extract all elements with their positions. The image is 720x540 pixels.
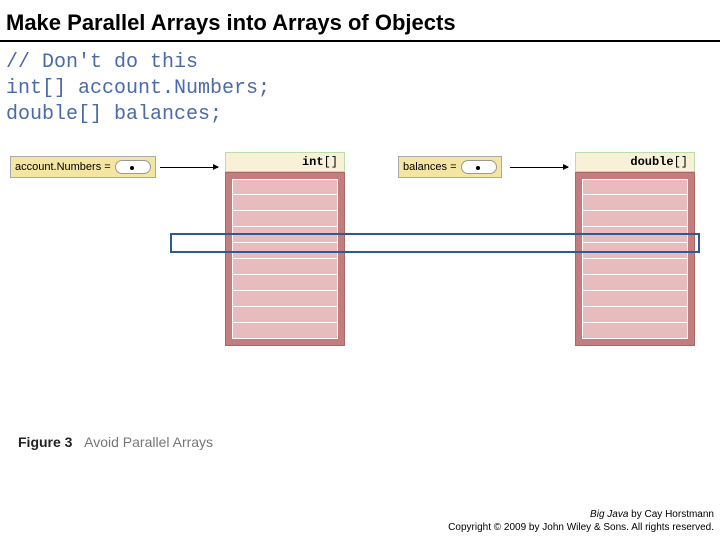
var-box-balances: balances = [398, 156, 502, 178]
array-cell [232, 275, 338, 291]
footer: Big Java by Cay Horstmann Copyright © 20… [448, 508, 714, 534]
pointer-dot-icon [115, 160, 151, 174]
figure-caption: Figure 3 Avoid Parallel Arrays [18, 434, 213, 450]
array-cell [582, 179, 688, 195]
figure-text: Avoid Parallel Arrays [84, 434, 213, 450]
footer-line-2: Copyright © 2009 by John Wiley & Sons. A… [448, 521, 714, 534]
array-body-int [225, 172, 345, 346]
code-line-1: // Don't do this [6, 50, 714, 76]
array-cell [232, 259, 338, 275]
pointer-dot-icon [461, 160, 497, 174]
array-body-double [575, 172, 695, 346]
array-type-double: double[] [575, 152, 695, 172]
array-cell [232, 211, 338, 227]
highlight-row-icon [170, 233, 700, 253]
code-block: // Don't do this int[] account.Numbers; … [0, 42, 720, 138]
var-box-account-numbers: account.Numbers = [10, 156, 156, 178]
arrow-icon [160, 167, 218, 168]
code-line-3: double[] balances; [6, 102, 714, 128]
array-cell [582, 259, 688, 275]
array-cell [582, 211, 688, 227]
arrow-icon [510, 167, 568, 168]
array-cell [582, 323, 688, 339]
array-cell [232, 291, 338, 307]
figure-label: Figure 3 [18, 434, 72, 450]
array-cell [232, 195, 338, 211]
array-cell [232, 179, 338, 195]
array-cell [582, 195, 688, 211]
array-type-int: int[] [225, 152, 345, 172]
footer-line-1: Big Java by Cay Horstmann [448, 508, 714, 521]
array-cell [232, 323, 338, 339]
array-cell [582, 275, 688, 291]
diagram-area: account.Numbers = int[] balances = doubl… [0, 138, 720, 398]
var-label-balances: balances = [403, 161, 457, 173]
array-cell [232, 307, 338, 323]
code-line-2: int[] account.Numbers; [6, 76, 714, 102]
array-cell [582, 291, 688, 307]
slide-title: Make Parallel Arrays into Arrays of Obje… [0, 0, 720, 42]
var-label-account-numbers: account.Numbers = [15, 161, 111, 173]
array-cell [582, 307, 688, 323]
